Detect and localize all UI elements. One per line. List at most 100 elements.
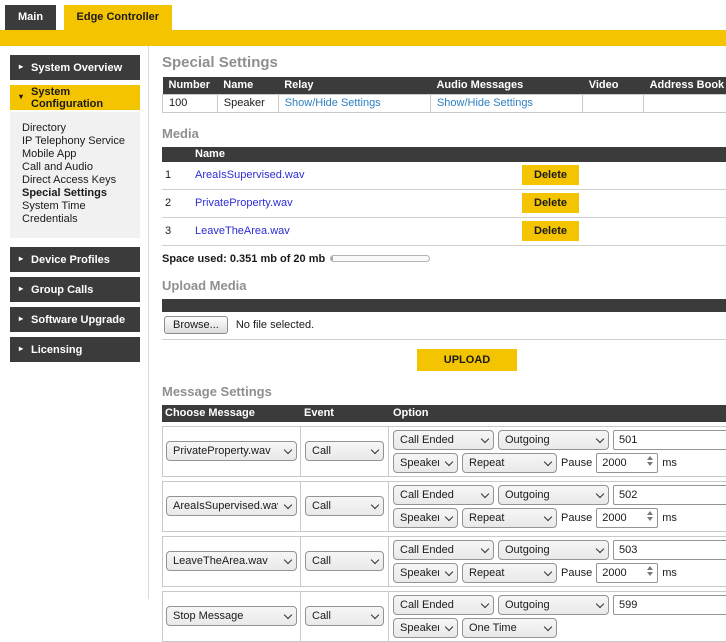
message-row: AreaIsSupervised.wav Call Call Ended Out… (162, 481, 726, 532)
tab-edge-controller[interactable]: Edge Controller (64, 5, 173, 30)
direction-select[interactable]: Outgoing (498, 485, 609, 505)
top-tab-bar: Main Edge Controller (0, 0, 726, 30)
output-select[interactable]: Speaker (393, 508, 458, 528)
event-select[interactable]: Call (305, 606, 384, 626)
media-index: 1 (162, 169, 195, 181)
cell-address-book (644, 94, 726, 112)
choose-message-select[interactable]: AreaIsSupervised.wav (166, 496, 297, 516)
media-file-link[interactable]: LeaveTheArea.wav (195, 225, 290, 237)
mode-select[interactable]: Repeat (462, 453, 557, 473)
sidebar-item-mobile-app[interactable]: Mobile App (22, 148, 136, 161)
number-field[interactable] (613, 595, 726, 615)
stepper-icon[interactable] (645, 511, 654, 521)
ms-label: ms (662, 567, 677, 579)
choose-message-select[interactable]: LeaveTheArea.wav (166, 551, 297, 571)
media-section-title: Media (162, 126, 726, 141)
message-row: PrivateProperty.wav Call Call Ended Outg… (162, 426, 726, 477)
sidebar-item-software-upgrade[interactable]: ▸ Software Upgrade (10, 307, 140, 332)
media-name-header: Name (162, 147, 726, 162)
upload-button[interactable]: UPLOAD (417, 349, 517, 371)
sidebar-submenu: Directory IP Telephony Service Mobile Ap… (10, 112, 140, 238)
trigger-select[interactable]: Call Ended (393, 430, 494, 450)
relay-show-hide-link[interactable]: Show/Hide Settings (285, 97, 381, 109)
choose-message-select[interactable]: Stop Message (166, 606, 297, 626)
message-settings-title: Message Settings (162, 384, 726, 399)
no-file-selected-text: No file selected. (236, 319, 314, 331)
message-settings-header: Choose Message Event Option (162, 405, 726, 422)
column-header-choose-message: Choose Message (162, 405, 300, 422)
chevron-right-icon: ▸ (19, 284, 23, 293)
trigger-select[interactable]: Call Ended (393, 540, 494, 560)
browse-button[interactable]: Browse... (164, 316, 228, 334)
media-row: 2 PrivateProperty.wav Delete (162, 190, 726, 218)
pause-label: Pause (561, 512, 592, 524)
stepper-icon[interactable] (645, 566, 654, 576)
delete-button[interactable]: Delete (522, 221, 579, 241)
sidebar: ▸ System Overview ▾ System Configuration… (0, 46, 148, 599)
number-field[interactable] (613, 485, 726, 505)
chevron-down-icon: ▾ (19, 92, 23, 101)
column-header-number: Number (163, 77, 218, 94)
ms-label: ms (662, 512, 677, 524)
column-header-video: Video (583, 77, 644, 94)
direction-select[interactable]: Outgoing (498, 540, 609, 560)
number-field[interactable] (613, 430, 726, 450)
chevron-right-icon: ▸ (19, 62, 23, 71)
delete-button[interactable]: Delete (522, 193, 579, 213)
choose-message-select[interactable]: PrivateProperty.wav (166, 441, 297, 461)
media-index: 3 (162, 225, 195, 237)
sidebar-item-credentials[interactable]: Credentials (22, 213, 136, 226)
special-settings-table: Number Name Relay Audio Messages Video A… (162, 77, 726, 113)
event-select[interactable]: Call (305, 441, 384, 461)
number-field[interactable] (613, 540, 726, 560)
trigger-select[interactable]: Call Ended (393, 485, 494, 505)
column-header-address-book: Address Book (644, 77, 726, 94)
sidebar-item-ip-telephony-service[interactable]: IP Telephony Service (22, 135, 136, 148)
event-select[interactable]: Call (305, 551, 384, 571)
media-row: 1 AreaIsSupervised.wav Delete (162, 162, 726, 190)
mode-select[interactable]: One Time (462, 618, 557, 638)
file-input-row: Browse... No file selected. (162, 312, 726, 340)
column-header-event: Event (300, 405, 388, 422)
sidebar-item-system-time[interactable]: System Time (22, 200, 136, 213)
sidebar-item-system-overview[interactable]: ▸ System Overview (10, 55, 140, 80)
message-row: LeaveTheArea.wav Call Call Ended Outgoin… (162, 536, 726, 587)
media-file-link[interactable]: AreaIsSupervised.wav (195, 169, 304, 181)
delete-button[interactable]: Delete (522, 165, 579, 185)
sidebar-item-group-calls[interactable]: ▸ Group Calls (10, 277, 140, 302)
direction-select[interactable]: Outgoing (498, 430, 609, 450)
event-select[interactable]: Call (305, 496, 384, 516)
sidebar-item-licensing[interactable]: ▸ Licensing (10, 337, 140, 362)
sidebar-item-special-settings[interactable]: Special Settings (22, 187, 136, 200)
sidebar-item-directory[interactable]: Directory (22, 122, 136, 135)
cell-video (583, 94, 644, 112)
column-header-relay: Relay (278, 77, 430, 94)
chevron-right-icon: ▸ (19, 254, 23, 263)
media-index: 2 (162, 197, 195, 209)
space-used-label: Space used: 0.351 mb of 20 mb (162, 253, 325, 265)
sidebar-item-call-and-audio[interactable]: Call and Audio (22, 161, 136, 174)
pause-label: Pause (561, 457, 592, 469)
pause-label: Pause (561, 567, 592, 579)
cell-number: 100 (163, 94, 218, 112)
mode-select[interactable]: Repeat (462, 563, 557, 583)
page-title: Special Settings (162, 54, 726, 71)
message-row: Stop Message Call Call Ended Outgoing (162, 591, 726, 642)
trigger-select[interactable]: Call Ended (393, 595, 494, 615)
main-content: Special Settings Number Name Relay Audio… (148, 46, 726, 599)
output-select[interactable]: Speaker (393, 563, 458, 583)
upload-section-title: Upload Media (162, 278, 726, 293)
audio-show-hide-link[interactable]: Show/Hide Settings (437, 97, 533, 109)
media-file-link[interactable]: PrivateProperty.wav (195, 197, 293, 209)
media-row: 3 LeaveTheArea.wav Delete (162, 218, 726, 246)
sidebar-item-device-profiles[interactable]: ▸ Device Profiles (10, 247, 140, 272)
column-header-audio-messages: Audio Messages (430, 77, 582, 94)
output-select[interactable]: Speaker (393, 453, 458, 473)
tab-main[interactable]: Main (5, 5, 56, 30)
direction-select[interactable]: Outgoing (498, 595, 609, 615)
output-select[interactable]: Speaker (393, 618, 458, 638)
stepper-icon[interactable] (645, 456, 654, 466)
sidebar-item-direct-access-keys[interactable]: Direct Access Keys (22, 174, 136, 187)
sidebar-item-system-configuration[interactable]: ▾ System Configuration (10, 85, 140, 110)
mode-select[interactable]: Repeat (462, 508, 557, 528)
